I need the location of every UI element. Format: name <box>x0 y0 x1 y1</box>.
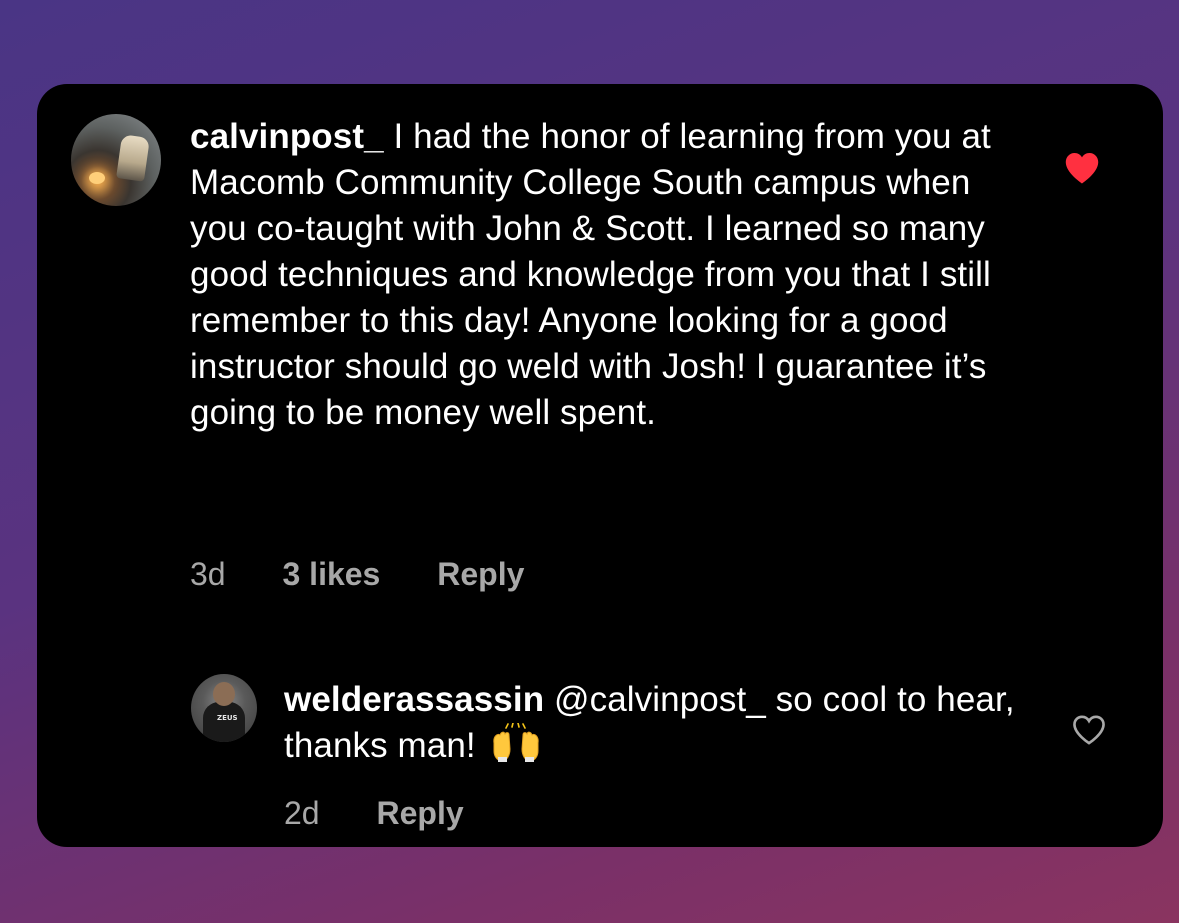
comments-card: calvinpost_ I had the honor of learning … <box>37 84 1163 847</box>
avatar-body <box>203 702 245 742</box>
reply-timestamp: 2d <box>284 795 320 831</box>
heart-outline-icon[interactable] <box>1071 714 1107 746</box>
comment-likes-count[interactable]: 3 likes <box>282 556 380 592</box>
avatar-head <box>213 682 235 706</box>
calvinpost-avatar[interactable] <box>71 114 161 206</box>
reply-meta: 2d Reply <box>284 793 464 833</box>
comment-username[interactable]: calvinpost_ <box>190 117 384 156</box>
avatar-figure <box>116 134 150 182</box>
heart-filled-icon[interactable] <box>1063 151 1101 185</box>
welderassassin-avatar[interactable]: ZEUS <box>191 674 257 742</box>
avatar-shirt-text: ZEUS <box>217 714 238 722</box>
comment-timestamp: 3d <box>190 556 226 592</box>
avatar-welding-glow <box>89 172 105 184</box>
reply-reply-button[interactable]: Reply <box>376 795 463 831</box>
reply-text-block: welderassassin @calvinpost_ so cool to h… <box>284 677 1044 769</box>
reply-username[interactable]: welderassassin <box>284 680 544 719</box>
comment-meta: 3d 3 likes Reply <box>190 554 524 594</box>
comment-body: I had the honor of learning from you at … <box>190 117 991 432</box>
raising-hands-icon <box>490 722 542 763</box>
comment-text-block: calvinpost_ I had the honor of learning … <box>190 114 1020 436</box>
comment-reply-button[interactable]: Reply <box>437 556 524 592</box>
